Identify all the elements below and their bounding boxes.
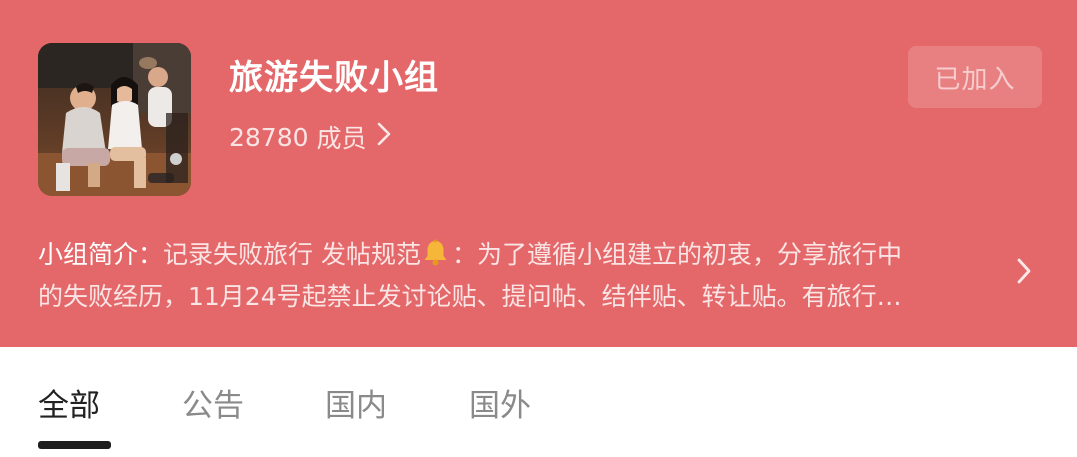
tab-announcements[interactable]: 公告 (182, 380, 244, 425)
tab-overseas[interactable]: 国外 (469, 380, 531, 425)
member-count-link[interactable]: 28780 成员 (229, 119, 391, 155)
group-title: 旅游失败小组 (229, 58, 439, 98)
group-intro[interactable]: 小组简介：记录失败旅行 发帖规范 ：为了遵循小组建立的初衷，分享旅行中 的失败经历… (38, 234, 1013, 318)
group-avatar-photo (38, 43, 191, 196)
intro-text-start: 记录失败旅行 发帖规范 (163, 240, 421, 269)
tab-all[interactable]: 全部 (38, 380, 100, 425)
group-avatar[interactable] (38, 43, 191, 196)
intro-label: 小组简介： (38, 240, 164, 269)
tab-domestic[interactable]: 国内 (325, 380, 387, 425)
intro-line-1: 小组简介：记录失败旅行 发帖规范 ：为了遵循小组建立的初衷，分享旅行中 (38, 234, 1013, 276)
intro-line-2: 的失败经历，11月24号起禁止发讨论贴、提问帖、结伴贴、转让贴。有旅行… (38, 282, 902, 311)
joined-button[interactable]: 已加入 (908, 46, 1042, 108)
member-count: 28780 (229, 122, 309, 152)
intro-chevron-right-icon[interactable] (1016, 257, 1032, 289)
group-header: 旅游失败小组 28780 成员 已加入 小组简介：记录失败旅行 发帖规范 ：为了遵… (0, 0, 1077, 347)
intro-text-rest: ：为了遵循小组建立的初衷，分享旅行中 (451, 240, 902, 269)
bell-icon (421, 238, 450, 267)
member-label: 成员 (316, 124, 367, 153)
active-tab-indicator (38, 441, 111, 449)
chevron-right-icon (377, 122, 391, 152)
tab-bar: 全部 公告 国内 国外 (0, 347, 1077, 457)
